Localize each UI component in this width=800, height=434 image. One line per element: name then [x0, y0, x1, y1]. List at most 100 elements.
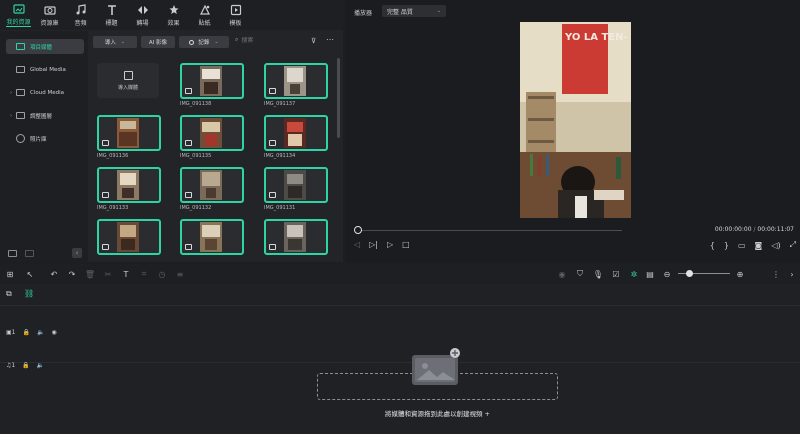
- chevron-right-icon[interactable]: ›: [786, 268, 798, 280]
- redo-icon[interactable]: ↷: [66, 268, 78, 280]
- lock-icon[interactable]: 🔒: [22, 362, 29, 369]
- media-thumbnail[interactable]: [180, 115, 244, 151]
- video-frame: [284, 222, 306, 252]
- media-thumbnail[interactable]: [97, 115, 161, 151]
- sidebar-footer: ‹: [0, 244, 88, 262]
- select-tool-icon[interactable]: ↖: [24, 268, 36, 280]
- media-thumbnail[interactable]: [97, 219, 161, 255]
- media-thumbnail[interactable]: [264, 115, 328, 151]
- tab-audio[interactable]: 音頻: [65, 0, 96, 30]
- media-thumbnail[interactable]: [264, 219, 328, 255]
- media-thumbnail[interactable]: [97, 167, 161, 203]
- sidebar-item-global-media[interactable]: Global Media: [6, 62, 84, 77]
- crop-icon[interactable]: ⌗: [138, 268, 150, 280]
- play-icon[interactable]: ▷: [387, 240, 393, 249]
- media-thumbnail[interactable]: [180, 167, 244, 203]
- undo-icon[interactable]: ↶: [48, 268, 60, 280]
- media-item[interactable]: IMG_091131: [264, 167, 328, 214]
- media-thumbnail[interactable]: [264, 63, 328, 99]
- stop-icon[interactable]: □: [402, 240, 410, 249]
- player-tools: { } ▭ ◙ ◁) ⤢: [710, 240, 796, 250]
- tab-effects[interactable]: 效果: [158, 0, 189, 30]
- volume-icon[interactable]: 🔈: [37, 362, 44, 369]
- media-grid-scrollbar[interactable]: [337, 58, 340, 138]
- media-item[interactable]: [97, 219, 161, 262]
- eye-icon[interactable]: ◉: [51, 329, 56, 336]
- zoom-slider-handle[interactable]: [686, 270, 693, 277]
- media-item[interactable]: [180, 219, 244, 262]
- snap-icon[interactable]: ✲: [628, 268, 640, 280]
- media-thumbnail[interactable]: [180, 63, 244, 99]
- search-input[interactable]: [241, 36, 292, 44]
- lock-icon[interactable]: 🔒: [23, 329, 30, 336]
- search-box[interactable]: ⌕: [235, 36, 292, 44]
- media-toolbar: 導入 ⌄ AI 影像 記錄 ⌄ ⌕ ⊽ ⋯: [88, 31, 343, 53]
- zoom-out-icon[interactable]: ⊖: [661, 268, 673, 280]
- layout-icon[interactable]: ⊞: [4, 268, 16, 280]
- more-icon[interactable]: ⋯: [326, 35, 334, 44]
- track-divider: [0, 362, 800, 363]
- delete-icon[interactable]: 🗑: [84, 268, 96, 280]
- media-item[interactable]: IMG_091136: [97, 115, 161, 162]
- previous-frame-icon[interactable]: ◁: [354, 240, 360, 249]
- playback-scrubber[interactable]: [356, 230, 622, 231]
- subtitle-icon[interactable]: ▤: [644, 268, 656, 280]
- tab-my-media[interactable]: 我的資源: [3, 0, 34, 30]
- render-icon[interactable]: ◉: [556, 268, 568, 280]
- filter-icon[interactable]: ⊽: [311, 37, 316, 45]
- media-item[interactable]: IMG_091132: [180, 167, 244, 214]
- volume-icon[interactable]: ◁): [771, 241, 780, 250]
- chevron-right-icon[interactable]: ›: [10, 90, 12, 96]
- microphone-icon[interactable]: 🎙: [592, 268, 604, 280]
- tab-template[interactable]: 模板: [220, 0, 251, 30]
- media-item[interactable]: IMG_091133: [97, 167, 161, 214]
- media-item[interactable]: IMG_091135: [180, 115, 244, 162]
- speed-icon[interactable]: ◷: [156, 268, 168, 280]
- import-media-tile[interactable]: 導入媒體: [97, 63, 159, 98]
- add-track-icon[interactable]: ⧉: [6, 289, 12, 299]
- video-clip-icon: [269, 192, 276, 198]
- ai-edit-icon[interactable]: ☑: [610, 268, 622, 280]
- sidebar-item-cloud-media[interactable]: › Cloud Media: [6, 85, 84, 100]
- link-icon[interactable]: ⛓: [24, 289, 34, 298]
- display-icon[interactable]: ▭: [738, 241, 746, 250]
- sidebar-item-project-media[interactable]: 項目媒體: [6, 39, 84, 54]
- collapse-sidebar-button[interactable]: ‹: [72, 248, 82, 258]
- playhead-handle[interactable]: [354, 226, 362, 234]
- quality-select[interactable]: 完整 品質 ⌄: [382, 5, 446, 17]
- shield-icon[interactable]: ⛉: [574, 268, 586, 280]
- media-item[interactable]: [264, 219, 328, 262]
- cut-icon[interactable]: ✂: [102, 268, 114, 280]
- media-thumbnail[interactable]: [180, 219, 244, 255]
- new-folder-icon[interactable]: [8, 249, 17, 257]
- panel-toggle-icon[interactable]: ⋮: [770, 268, 782, 280]
- sidebar-item-adjustment-layer[interactable]: › 調整圖層: [6, 108, 84, 123]
- media-item[interactable]: IMG_091134: [264, 115, 328, 162]
- media-item[interactable]: IMG_091137: [264, 63, 328, 110]
- tab-transition[interactable]: 轉場: [127, 0, 158, 30]
- media-item[interactable]: IMG_091138: [180, 63, 244, 110]
- folder-icon[interactable]: [25, 249, 34, 257]
- mark-in-icon[interactable]: {: [710, 241, 715, 250]
- video-preview[interactable]: YO LA TEN- GO: [520, 22, 631, 218]
- text-icon[interactable]: T: [120, 268, 132, 280]
- media-thumbnail[interactable]: [264, 167, 328, 203]
- import-dropdown[interactable]: 導入 ⌄: [93, 36, 137, 48]
- step-forward-icon[interactable]: ▷|: [369, 240, 378, 249]
- player-header: 播放器 完整 品質 ⌄: [346, 0, 800, 22]
- tab-title[interactable]: 標題: [96, 0, 127, 30]
- timeline-panel: ⊞ ↖ ↶ ↷ 🗑 ✂ T ⌗ ◷ ≡ ◉ ⛉ 🎙 ☑ ✲ ▤ ⊖ ⊕ ⋮ › …: [0, 264, 800, 434]
- chevron-right-icon[interactable]: ›: [10, 113, 12, 119]
- mark-out-icon[interactable]: }: [724, 241, 729, 250]
- adjust-icon[interactable]: ≡: [174, 268, 186, 280]
- zoom-in-icon[interactable]: ⊕: [734, 268, 746, 280]
- ai-image-button[interactable]: AI 影像: [141, 36, 175, 48]
- record-dropdown[interactable]: 記錄 ⌄: [179, 36, 229, 48]
- volume-icon[interactable]: 🔈: [37, 329, 44, 336]
- video-frame: [284, 170, 306, 200]
- sidebar-item-photo-library[interactable]: 照片庫: [6, 131, 84, 146]
- tab-sticker[interactable]: 貼紙: [189, 0, 220, 30]
- tab-stock[interactable]: 資源庫: [34, 0, 65, 30]
- fullscreen-icon[interactable]: ⤢: [790, 240, 796, 250]
- snapshot-icon[interactable]: ◙: [755, 241, 763, 250]
